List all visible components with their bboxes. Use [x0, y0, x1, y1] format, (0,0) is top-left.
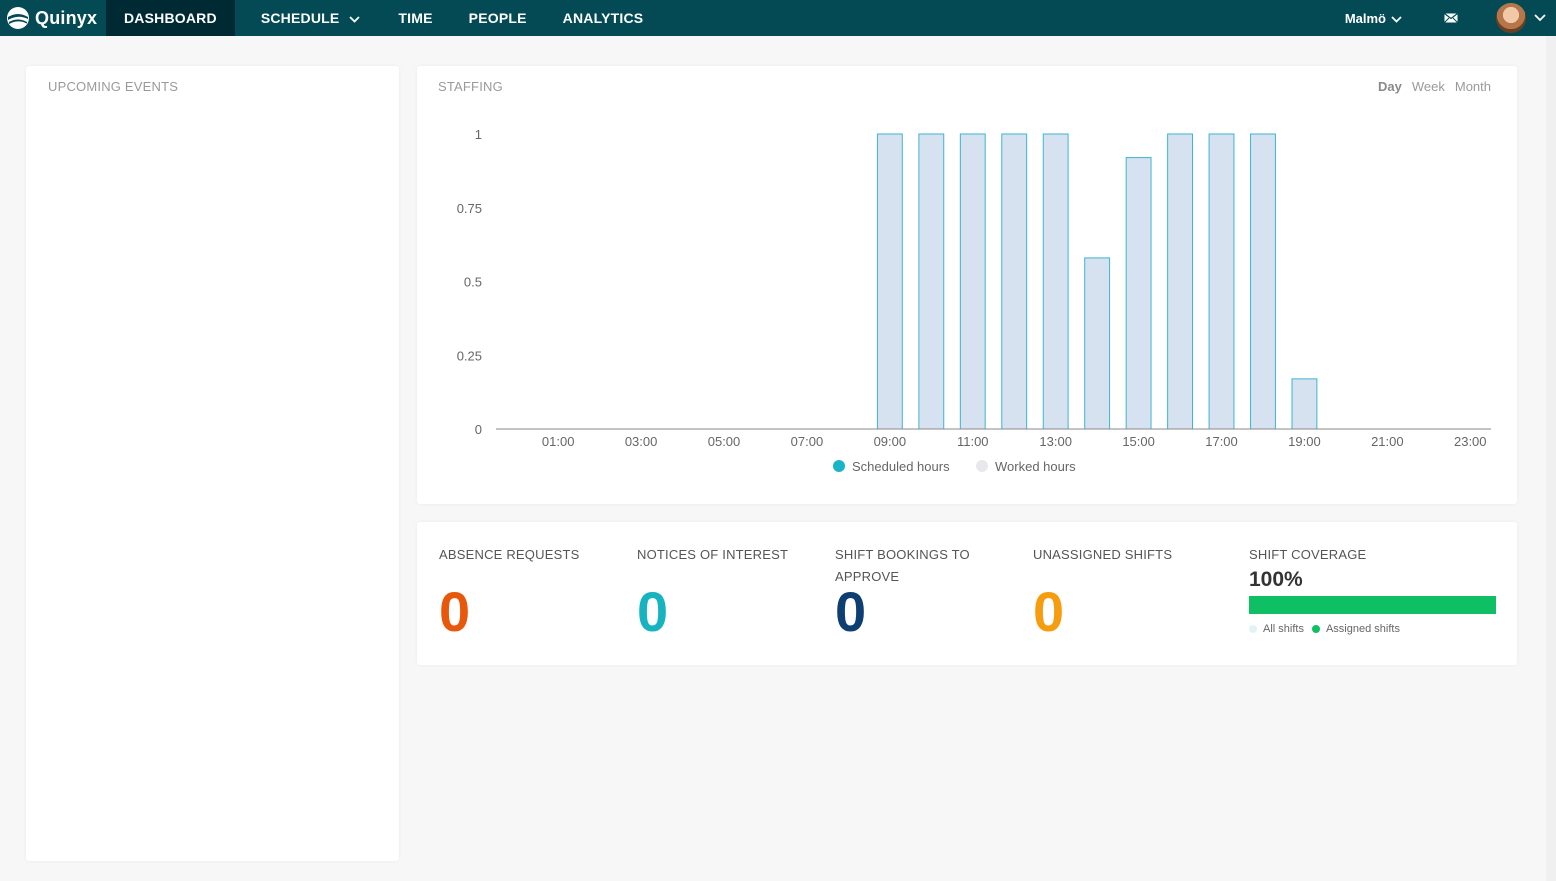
absence-requests-label: ABSENCE REQUESTS — [439, 547, 580, 562]
unassigned-shifts-label: UNASSIGNED SHIFTS — [1033, 547, 1173, 562]
staffing-bar — [959, 133, 986, 430]
unassigned-shifts-stat[interactable]: UNASSIGNED SHIFTS 0 — [1033, 544, 1173, 640]
location-label: Malmö — [1344, 10, 1386, 26]
notices-of-interest-value: 0 — [637, 580, 669, 643]
y-tick-label: 0.75 — [457, 201, 482, 216]
nav-dashboard[interactable]: DASHBOARD — [106, 0, 235, 36]
staffing-bar — [1125, 157, 1152, 430]
location-selector[interactable]: Malmö — [1345, 11, 1402, 26]
y-tick-label: 0 — [475, 422, 482, 437]
staffing-bar — [1084, 257, 1111, 430]
nav-analytics-label: ANALYTICS — [562, 10, 644, 26]
assigned-shifts-dot — [1311, 625, 1320, 633]
x-tick-label: 05:00 — [708, 434, 741, 449]
staffing-bar — [1167, 133, 1193, 430]
x-tick-label: 17:00 — [1205, 434, 1238, 449]
staffing-bar — [1208, 133, 1235, 430]
nav-time[interactable]: TIME — [398, 0, 432, 36]
shift-coverage-title: SHIFT COVERAGE — [1249, 547, 1367, 562]
stats-card: ABSENCE REQUESTS 0 NOTICES OF INTEREST 0… — [417, 522, 1517, 665]
unassigned-shifts-value: 0 — [1033, 580, 1065, 643]
quinyx-logo-icon — [7, 7, 29, 29]
user-menu-toggle[interactable] — [1534, 14, 1546, 22]
x-tick-label: 11:00 — [957, 434, 989, 449]
quinyx-logo[interactable]: Quinyx — [0, 0, 106, 36]
nav-schedule-label: SCHEDULE — [260, 10, 340, 26]
absence-requests-value: 0 — [439, 580, 471, 643]
x-tick-label: 01:00 — [542, 434, 575, 449]
upcoming-events-title: UPCOMING EVENTS — [48, 79, 179, 94]
nav-people-label: PEOPLE — [468, 10, 527, 26]
staffing-bar — [876, 133, 903, 430]
y-tick-label: 1 — [475, 127, 482, 142]
legend-swatch — [976, 460, 988, 472]
shift-bookings-value: 0 — [835, 580, 867, 643]
x-tick-label: 13:00 — [1039, 434, 1072, 449]
top-navigation-bar: Quinyx DASHBOARD SCHEDULE TIME PEOPLE AN… — [0, 0, 1556, 36]
legend-label: Worked hours — [995, 459, 1076, 474]
staffing-bar — [918, 133, 945, 430]
x-tick-label: 07:00 — [791, 434, 824, 449]
chevron-down-icon — [1391, 11, 1402, 26]
nav-analytics[interactable]: ANALYTICS — [563, 0, 644, 36]
scrollbar[interactable] — [1546, 36, 1556, 881]
shift-coverage-legend: All shifts Assigned shifts — [1249, 623, 1496, 635]
legend-label: Scheduled hours — [852, 459, 950, 474]
x-tick-label: 09:00 — [874, 434, 907, 449]
x-tick-label: 19:00 — [1288, 434, 1321, 449]
shift-bookings-label-line1: SHIFT BOOKINGS TO — [835, 547, 970, 562]
y-tick-label: 0.25 — [457, 348, 482, 363]
shift-bookings-stat[interactable]: SHIFT BOOKINGS TO APPROVE 0 — [835, 544, 970, 640]
legend-swatch — [833, 460, 845, 472]
topbar-right: Malmö — [1345, 0, 1556, 36]
absence-requests-stat[interactable]: ABSENCE REQUESTS 0 — [439, 544, 580, 640]
shift-coverage-fill — [1249, 596, 1496, 614]
staffing-bar — [1291, 378, 1318, 430]
mail-button[interactable] — [1444, 13, 1458, 23]
notices-of-interest-stat[interactable]: NOTICES OF INTEREST 0 — [637, 544, 789, 640]
mail-icon — [1444, 13, 1458, 23]
assigned-shifts-label: Assigned shifts — [1325, 623, 1400, 635]
all-shifts-dot — [1249, 625, 1257, 633]
nav-dashboard-label: DASHBOARD — [124, 10, 217, 26]
x-tick-label: 15:00 — [1122, 434, 1155, 449]
staffing-bar — [1001, 133, 1028, 430]
nav-people[interactable]: PEOPLE — [469, 0, 527, 36]
x-tick-label: 21:00 — [1371, 434, 1404, 449]
y-tick-label: 0.5 — [464, 275, 482, 290]
shift-coverage: SHIFT COVERAGE 100% All shifts Assigned … — [1249, 544, 1496, 635]
x-tick-label: 03:00 — [625, 434, 658, 449]
chevron-down-icon — [1534, 14, 1546, 22]
staffing-bar — [1042, 133, 1069, 430]
staffing-chart: 0 0.25 0.5 0.75 1 01:00 03:00 05:00 07:00 09:00 11… — [457, 127, 1491, 474]
shift-coverage-percent: 100% — [1249, 568, 1303, 591]
shift-coverage-bar — [1249, 596, 1496, 614]
staffing-bar — [1250, 133, 1276, 430]
upcoming-events-card: UPCOMING EVENTS — [26, 66, 399, 861]
logo-text: Quinyx — [35, 7, 98, 28]
chevron-down-icon — [349, 10, 361, 26]
staffing-card: STAFFING Day Week Month 0 0.25 0.5 0.75 1 01:… — [417, 66, 1517, 504]
nav-time-label: TIME — [398, 10, 433, 26]
nav-schedule[interactable]: SCHEDULE — [261, 0, 361, 36]
avatar[interactable] — [1496, 3, 1526, 33]
x-tick-label: 23:00 — [1454, 434, 1487, 449]
all-shifts-label: All shifts — [1263, 623, 1304, 635]
notices-of-interest-label: NOTICES OF INTEREST — [637, 547, 789, 562]
